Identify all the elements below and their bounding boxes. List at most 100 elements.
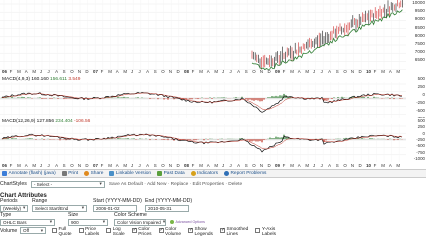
macd-histogram-bar bbox=[257, 139, 259, 142]
macd-histogram-bar bbox=[11, 138, 13, 140]
month-tick-label: F bbox=[373, 69, 377, 74]
month-tick-label: M bbox=[396, 163, 401, 168]
macd-axis-label: 500 bbox=[417, 76, 425, 81]
macd-title: MACD(12,26,9) bbox=[2, 119, 36, 124]
month-tick-label: M bbox=[290, 163, 294, 168]
month-tick-label: M bbox=[214, 163, 219, 168]
month-tick-label: N bbox=[77, 163, 82, 168]
checkbox-box[interactable] bbox=[188, 227, 193, 233]
price-axis-label: 6500 bbox=[414, 57, 425, 63]
macd-histogram-bar bbox=[21, 96, 23, 99]
month-tick-label: A bbox=[24, 69, 28, 74]
month-tick-label: 06 bbox=[2, 69, 7, 74]
macd-histogram-bar bbox=[139, 138, 141, 140]
volume-select[interactable]: Off bbox=[20, 227, 46, 234]
checkbox-box[interactable] bbox=[52, 227, 57, 233]
past-data-link[interactable]: Past Data bbox=[157, 171, 185, 176]
month-tick-label: S bbox=[244, 163, 248, 168]
macd-histogram-bar bbox=[191, 98, 193, 100]
month-tick-label: F bbox=[191, 163, 195, 168]
macd-histogram-bar bbox=[259, 139, 261, 142]
macd-histogram-bar bbox=[203, 139, 205, 141]
macd-histogram-bar bbox=[263, 98, 265, 100]
macd-histogram-bar bbox=[71, 98, 73, 99]
annotate-link[interactable]: Annotate (flash) (java) bbox=[2, 171, 56, 176]
color-scheme-select[interactable]: Color Vision Impaired bbox=[114, 218, 166, 226]
macd-histogram-bar bbox=[155, 139, 157, 140]
month-tick-label: A bbox=[297, 69, 301, 74]
month-tick-label: J bbox=[138, 69, 141, 74]
macd-axis-label: -750 bbox=[416, 149, 425, 155]
macd-histogram-bar bbox=[111, 138, 113, 140]
option-checkbox-color-volume[interactable]: ColorVolume bbox=[158, 227, 181, 237]
month-tick-label: D bbox=[176, 69, 180, 74]
macd-histogram-bar bbox=[189, 139, 191, 140]
month-tick-label: O bbox=[252, 163, 256, 168]
checkbox-label: Smoothed Lines bbox=[226, 227, 249, 237]
macd-histogram-bar bbox=[209, 97, 211, 99]
macd-histogram: 3.549 bbox=[68, 77, 81, 82]
month-tick-label: M bbox=[305, 163, 310, 168]
macd-histogram-bar bbox=[49, 139, 51, 140]
macd-histogram-bar bbox=[123, 138, 125, 140]
month-tick-label: J bbox=[320, 69, 323, 74]
macd-histogram-bar bbox=[121, 138, 123, 140]
macd-panel-4-9-3: MACD(4,9,3) 160.160 156.611 3.549 500 250… bbox=[0, 76, 426, 122]
end-date-input[interactable]: 2010-05-31 bbox=[145, 204, 189, 212]
price-axis-label: 7000 bbox=[414, 49, 425, 55]
macd-histogram-bar bbox=[249, 98, 251, 100]
range-select[interactable]: Select Start/End bbox=[32, 204, 87, 212]
option-checkbox-y-axis-labels[interactable]: Y-Axis Labels bbox=[255, 227, 276, 237]
checkbox-box[interactable] bbox=[219, 227, 225, 233]
chart-type-select[interactable]: OHLC Bars bbox=[0, 218, 55, 226]
chart-size-select[interactable]: 900 bbox=[68, 218, 108, 226]
option-checkbox-price-labels[interactable]: Price Labels bbox=[78, 227, 99, 237]
macd-histogram-bar bbox=[171, 139, 173, 140]
macd-histogram-bar bbox=[223, 97, 225, 99]
advanced-options-link[interactable]: Advanced Options bbox=[170, 220, 205, 224]
month-tick-label: O bbox=[343, 163, 347, 168]
share-link[interactable]: Share bbox=[84, 171, 103, 176]
month-tick-label: N bbox=[350, 163, 355, 168]
macd-histogram-bar bbox=[193, 139, 195, 141]
checkbox-box[interactable] bbox=[78, 227, 84, 233]
macd-histogram-bar bbox=[279, 95, 281, 99]
month-tick-label: N bbox=[168, 163, 173, 168]
print-link[interactable]: Print bbox=[61, 171, 78, 176]
price-axis: 10000 9500 9000 8500 8000 7500 7000 6500 bbox=[406, 0, 426, 70]
chart-style-actions[interactable]: Save As Default · Add New · Replace · Ed… bbox=[109, 182, 242, 187]
macd-histogram-bar bbox=[213, 97, 215, 99]
macd-histogram-bar bbox=[393, 139, 395, 141]
macd-histogram-bar bbox=[239, 138, 241, 140]
checkbox-box[interactable] bbox=[158, 227, 164, 233]
report-problems-link[interactable]: Report Problems bbox=[223, 171, 266, 176]
macd-histogram-bar bbox=[29, 138, 31, 140]
macd-histogram-bar bbox=[69, 98, 71, 99]
macd-histogram-bar bbox=[277, 137, 279, 140]
checkbox-label: Y-Axis Labels bbox=[261, 227, 276, 237]
linkable-version-link[interactable]: Linkable Version bbox=[109, 171, 151, 176]
checkbox-box[interactable] bbox=[131, 227, 137, 233]
month-tick-label: M bbox=[123, 163, 128, 168]
option-checkbox-color-prices[interactable]: ColorPrices bbox=[131, 227, 152, 237]
option-checkbox-log-scale[interactable]: Log Scale bbox=[106, 227, 125, 237]
option-checkbox-full-quote[interactable]: Full Quote bbox=[52, 227, 72, 237]
checkbox-box[interactable] bbox=[106, 227, 112, 233]
macd-histogram-bar bbox=[271, 96, 273, 99]
indicators-link[interactable]: Indicators bbox=[190, 171, 218, 176]
start-date-input[interactable]: 2006-01-02 bbox=[93, 204, 137, 212]
period-value: (Weekly) bbox=[3, 205, 22, 211]
month-tick-label: F bbox=[282, 163, 286, 168]
month-tick-label: S bbox=[335, 163, 339, 168]
option-checkbox-show-legends[interactable]: ShowLegends bbox=[188, 227, 213, 237]
option-checkbox-smoothed-lines[interactable]: SmoothedLines bbox=[219, 227, 249, 237]
chart-style-select[interactable]: - Select - bbox=[30, 180, 105, 188]
checkbox-box[interactable] bbox=[255, 227, 261, 233]
month-tick-label: F bbox=[9, 163, 13, 168]
macd-histogram-bar bbox=[253, 139, 255, 141]
macd-histogram-bar bbox=[281, 95, 283, 99]
period-select[interactable]: (Weekly) bbox=[0, 204, 28, 212]
macd-histogram-bar bbox=[123, 96, 125, 99]
macd-histogram-bar bbox=[43, 98, 45, 99]
macd-histogram-bar bbox=[221, 138, 223, 140]
